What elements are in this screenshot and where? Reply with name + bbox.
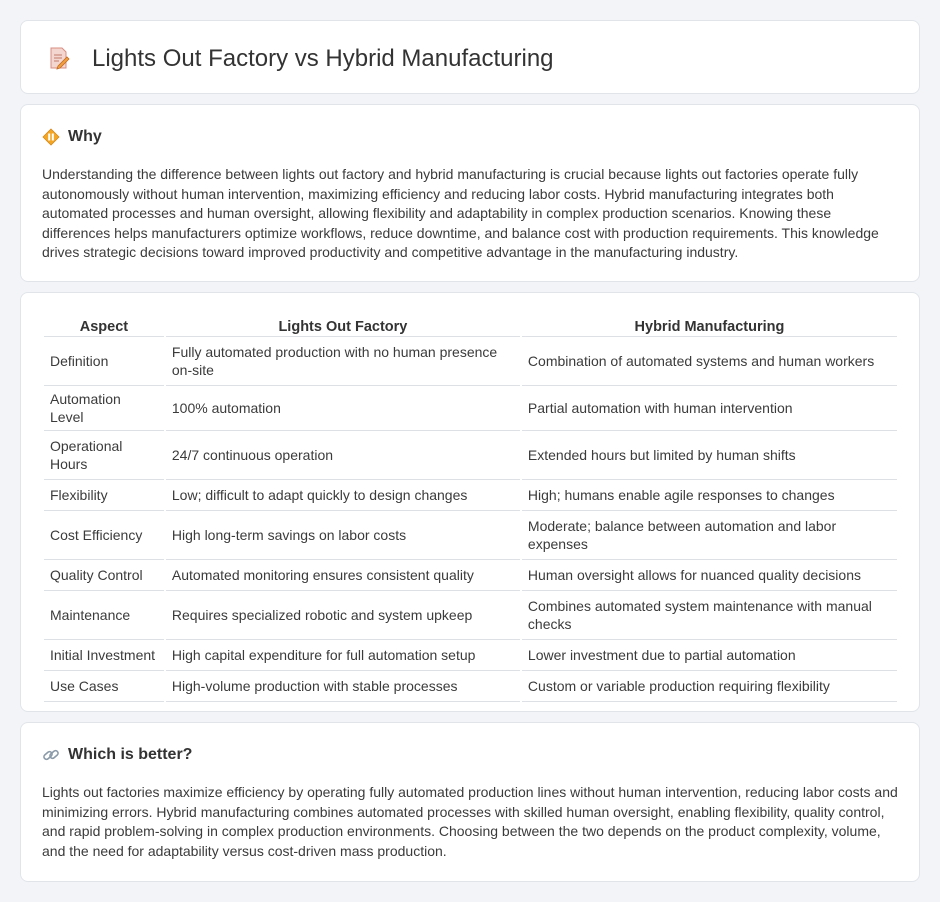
lights-out-cell: High capital expenditure for full automa… — [165, 640, 520, 671]
aspect-cell: Automation Level — [44, 386, 164, 431]
comparison-table: Aspect Lights Out Factory Hybrid Manufac… — [42, 315, 899, 702]
aspect-cell: Flexibility — [44, 480, 164, 511]
hybrid-cell: Human oversight allows for nuanced quali… — [521, 560, 897, 591]
why-heading: Why — [68, 128, 102, 145]
lights-out-cell: 100% automation — [165, 386, 520, 431]
aspect-cell: Quality Control — [44, 560, 164, 591]
which-is-better-section: Which is better? Lights out factories ma… — [20, 722, 920, 882]
lights-out-cell: Low; difficult to adapt quickly to desig… — [165, 480, 520, 511]
header-card: Lights Out Factory vs Hybrid Manufacturi… — [20, 20, 920, 94]
better-heading: Which is better? — [68, 746, 193, 763]
page-title: Lights Out Factory vs Hybrid Manufacturi… — [92, 45, 554, 72]
hybrid-cell: Extended hours but limited by human shif… — [521, 431, 897, 480]
hybrid-cell: Moderate; balance between automation and… — [521, 511, 897, 560]
aspect-cell: Definition — [44, 337, 164, 386]
aspect-cell: Cost Efficiency — [44, 511, 164, 560]
column-header-lights-out: Lights Out Factory — [165, 315, 520, 337]
table-header-row: Aspect Lights Out Factory Hybrid Manufac… — [44, 315, 897, 337]
hybrid-cell: Custom or variable production requiring … — [521, 671, 897, 702]
table-row: Operational Hours 24/7 continuous operat… — [44, 431, 897, 480]
lights-out-cell: Fully automated production with no human… — [165, 337, 520, 386]
warning-diamond-icon — [42, 128, 60, 146]
hybrid-cell: Combination of automated systems and hum… — [521, 337, 897, 386]
lights-out-cell: 24/7 continuous operation — [165, 431, 520, 480]
hybrid-cell: High; humans enable agile responses to c… — [521, 480, 897, 511]
lights-out-cell: High-volume production with stable proce… — [165, 671, 520, 702]
table-row: Automation Level 100% automation Partial… — [44, 386, 897, 431]
document-pencil-icon — [50, 47, 70, 70]
aspect-cell: Initial Investment — [44, 640, 164, 671]
table-row: Cost Efficiency High long-term savings o… — [44, 511, 897, 560]
why-section: Why Understanding the difference between… — [20, 104, 920, 282]
comparison-table-section: Aspect Lights Out Factory Hybrid Manufac… — [20, 292, 920, 712]
table-row: Use Cases High-volume production with st… — [44, 671, 897, 702]
why-text: Understanding the difference between lig… — [42, 166, 879, 261]
hybrid-cell: Partial automation with human interventi… — [521, 386, 897, 431]
column-header-hybrid: Hybrid Manufacturing — [521, 315, 897, 337]
aspect-cell: Operational Hours — [44, 431, 164, 480]
table-row: Initial Investment High capital expendit… — [44, 640, 897, 671]
aspect-cell: Use Cases — [44, 671, 164, 702]
lights-out-cell: High long-term savings on labor costs — [165, 511, 520, 560]
aspect-cell: Maintenance — [44, 591, 164, 640]
better-heading-row: Which is better? — [42, 745, 192, 765]
table-row: Maintenance Requires specialized robotic… — [44, 591, 897, 640]
hybrid-cell: Lower investment due to partial automati… — [521, 640, 897, 671]
column-header-aspect: Aspect — [44, 315, 164, 337]
lights-out-cell: Requires specialized robotic and system … — [165, 591, 520, 640]
lights-out-cell: Automated monitoring ensures consistent … — [165, 560, 520, 591]
table-row: Quality Control Automated monitoring ens… — [44, 560, 897, 591]
better-text: Lights out factories maximize efficiency… — [42, 784, 898, 859]
table-row: Definition Fully automated production wi… — [44, 337, 897, 386]
why-heading-row: Why — [42, 127, 102, 147]
hybrid-cell: Combines automated system maintenance wi… — [521, 591, 897, 640]
table-row: Flexibility Low; difficult to adapt quic… — [44, 480, 897, 511]
link-icon — [43, 749, 59, 761]
